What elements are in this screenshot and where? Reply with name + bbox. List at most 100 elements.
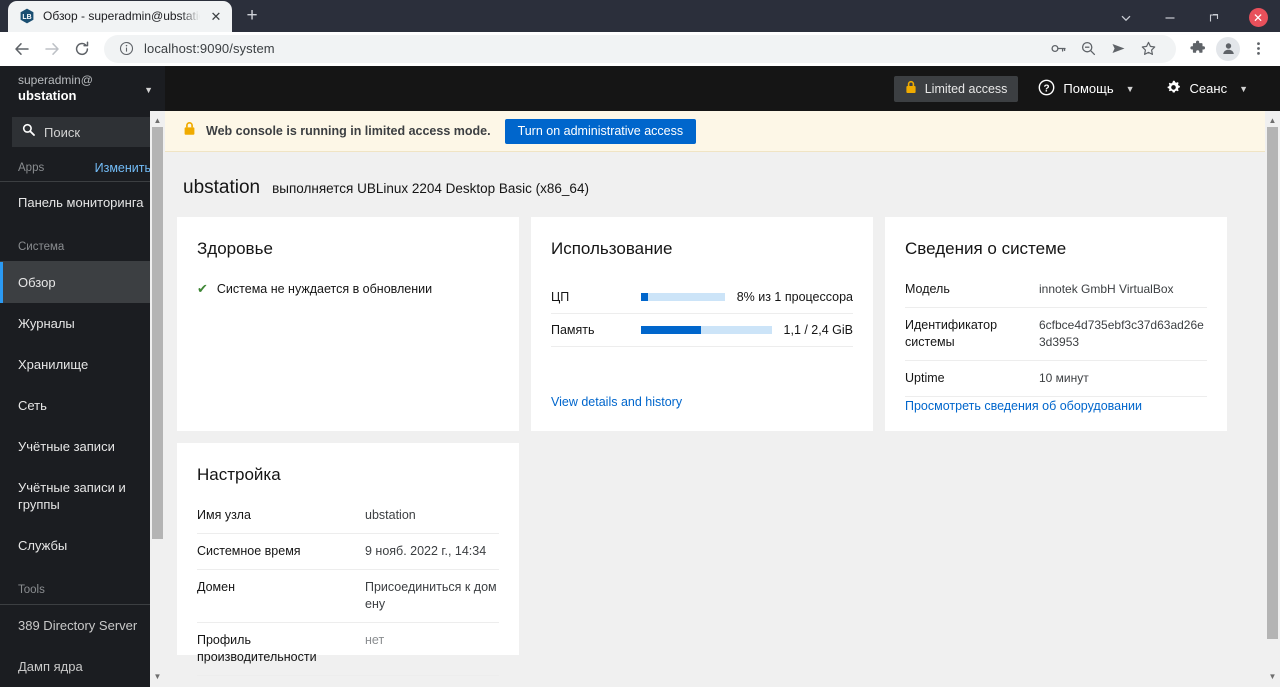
table-row: Системное время 9 нояб. 2022 г., 14:34 (197, 534, 499, 570)
table-row: Имя узла ubstation (197, 507, 499, 534)
lock-icon (905, 80, 917, 97)
search-icon (22, 123, 35, 141)
sidebar-apps-edit-link[interactable]: Изменить (95, 161, 151, 175)
config-key-domain: Домен (197, 580, 236, 594)
scroll-up-arrow-icon[interactable]: ▲ (154, 117, 162, 125)
table-row: Домен Присоединиться к домену (197, 570, 499, 623)
sidebar-item-overview[interactable]: Обзор (0, 262, 165, 303)
sidebar-item-389-directory-server[interactable]: 389 Directory Server (0, 605, 165, 646)
config-key-system-time: Системное время (197, 544, 301, 558)
sidebar-user-switcher[interactable]: superadmin@ ubstation ▼ (0, 66, 165, 111)
sidebar-user-text: superadmin@ ubstation (18, 71, 93, 103)
usage-card: Использование ЦП 8% из 1 процессора Памя… (531, 217, 873, 431)
cpu-progress-bar (641, 293, 725, 301)
sidebar-item-dashboard[interactable]: Панель мониторинга (0, 182, 165, 223)
top-navigation-bar: Limited access ? Помощь ▼ Сеанс ▼ (165, 66, 1280, 111)
sysinfo-key-machine-id: Идентификатор системы (905, 318, 998, 349)
page-title: ubstation (183, 177, 261, 198)
tab-close-icon[interactable]: ✕ (208, 8, 224, 24)
info-circle-icon[interactable] (118, 41, 134, 57)
health-status-row: ✔ Система не нуждается в обновлении (197, 281, 499, 297)
browser-tab[interactable]: LB Обзор - superadmin@ubstation ✕ (8, 0, 232, 32)
sidebar-item-services[interactable]: Службы (0, 525, 165, 566)
tab-list-chevron-down-icon[interactable] (1104, 0, 1148, 35)
scroll-down-arrow-icon[interactable]: ▼ (1269, 673, 1277, 681)
question-circle-icon: ? (1038, 79, 1055, 99)
sidebar-item-accounts-and-groups[interactable]: Учётные записи и группы (0, 467, 165, 525)
usage-value-memory: 1,1 / 2,4 GiB (783, 323, 853, 337)
view-hardware-details-link[interactable]: Просмотреть сведения об оборудовании (905, 399, 1142, 413)
maximize-icon[interactable] (1192, 0, 1236, 35)
table-row: Профиль производительности нет (197, 623, 499, 676)
config-value-system-time: 9 нояб. 2022 г., 14:34 (365, 544, 487, 558)
check-icon: ✔ (197, 281, 208, 296)
help-label: Помощь (1063, 81, 1114, 96)
sidebar-item-storage[interactable]: Хранилище (0, 344, 165, 385)
sidebar-item-kernel-dump[interactable]: Дамп ядра (0, 646, 165, 687)
chevron-down-icon[interactable]: ▼ (1126, 84, 1135, 94)
table-row: Модель innotek GmbH VirtualBox (905, 281, 1207, 308)
sidebar-item-accounts[interactable]: Учётные записи (0, 426, 165, 467)
window-close-button[interactable]: ✕ (1236, 0, 1280, 35)
page-content: Web console is running in limited access… (165, 111, 1280, 687)
main-scrollbar-thumb[interactable] (1267, 127, 1278, 639)
memory-progress-bar (641, 326, 772, 334)
sidebar-scrollbar[interactable]: ▲ ▼ (150, 111, 165, 687)
profile-avatar-icon[interactable] (1214, 35, 1242, 63)
address-bar[interactable]: localhost:9090/system (104, 34, 1176, 63)
sysinfo-key-uptime: Uptime (905, 371, 945, 385)
sidebar-username: superadmin@ (18, 73, 93, 87)
config-key-hostname: Имя узла (197, 508, 251, 522)
usage-row-cpu: ЦП 8% из 1 процессора (551, 281, 853, 314)
new-tab-button[interactable]: + (238, 2, 266, 30)
zoom-out-icon[interactable] (1074, 35, 1102, 63)
system-information-card-footer: Просмотреть сведения об оборудовании (905, 397, 1207, 415)
sidebar-item-logs[interactable]: Журналы (0, 303, 165, 344)
session-menu[interactable]: Сеанс ▼ (1151, 74, 1258, 104)
system-information-list: Модель innotek GmbH VirtualBox Идентифик… (905, 281, 1207, 397)
extensions-puzzle-icon[interactable] (1184, 35, 1212, 63)
minimize-icon[interactable] (1148, 0, 1192, 35)
session-label: Сеанс (1189, 81, 1228, 96)
sidebar-section-tools: Tools (0, 566, 165, 605)
view-details-and-history-link[interactable]: View details and history (551, 395, 682, 409)
more-vertical-icon[interactable] (1244, 35, 1272, 63)
key-icon[interactable] (1044, 35, 1072, 63)
chevron-down-icon[interactable]: ▼ (144, 71, 153, 95)
cpu-progress-fill (641, 293, 648, 301)
cockpit-app: superadmin@ ubstation ▼ Поиск Apps Измен… (0, 66, 1280, 687)
health-card: Здоровье ✔ Система не нуждается в обновл… (177, 217, 519, 431)
table-row: Uptime 10 минут (905, 361, 1207, 397)
turn-on-administrative-access-button[interactable]: Turn on administrative access (504, 118, 697, 144)
scroll-down-arrow-icon[interactable]: ▼ (154, 673, 162, 681)
cockpit-favicon-icon: LB (19, 8, 35, 24)
sysinfo-value-machine-id: 6cfbce4d735ebf3c37d63ad26e3d3953 (1039, 318, 1204, 349)
omnibox-actions (1044, 35, 1162, 63)
search-input[interactable]: Поиск (12, 117, 153, 147)
help-menu[interactable]: ? Помощь ▼ (1024, 74, 1144, 104)
system-information-card: Сведения о системе Модель innotek GmbH V… (885, 217, 1227, 431)
forward-arrow-icon[interactable] (38, 35, 66, 63)
usage-value-cpu: 8% из 1 процессора (736, 290, 853, 304)
sidebar-hostname: ubstation (18, 88, 77, 103)
main-scrollbar[interactable]: ▲ ▼ (1265, 111, 1280, 687)
chevron-down-icon[interactable]: ▼ (1239, 84, 1248, 94)
health-card-title: Здоровье (197, 239, 273, 258)
config-value-domain[interactable]: Присоединиться к домену (365, 579, 499, 613)
configuration-card-title: Настройка (197, 465, 281, 484)
limited-access-button[interactable]: Limited access (893, 75, 1019, 102)
configuration-card: Настройка Имя узла ubstation Системное в… (177, 443, 519, 687)
sidebar-scrollbar-thumb[interactable] (152, 127, 163, 539)
sysinfo-value-model: innotek GmbH VirtualBox (1039, 282, 1174, 296)
cards-grid: Здоровье ✔ Система не нуждается в обновл… (165, 217, 1280, 687)
reload-icon[interactable] (68, 35, 96, 63)
sidebar-section-apps: Apps Изменить (0, 147, 165, 182)
send-icon[interactable] (1104, 35, 1132, 63)
scroll-up-arrow-icon[interactable]: ▲ (1269, 117, 1277, 125)
sidebar-item-network[interactable]: Сеть (0, 385, 165, 426)
memory-progress-fill (641, 326, 702, 334)
back-arrow-icon[interactable] (8, 35, 36, 63)
system-information-card-title: Сведения о системе (905, 239, 1067, 258)
main-area: Limited access ? Помощь ▼ Сеанс ▼ Web co… (165, 66, 1280, 687)
bookmark-star-icon[interactable] (1134, 35, 1162, 63)
